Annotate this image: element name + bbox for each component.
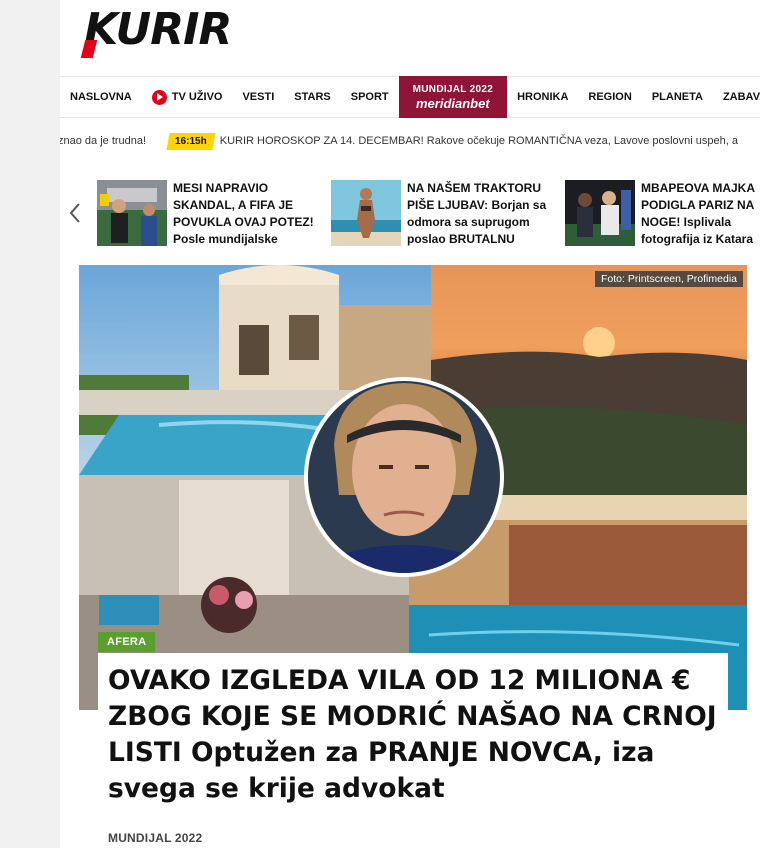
nav-item-stars[interactable]: STARS: [284, 77, 340, 117]
hero-collage-image: [79, 265, 747, 710]
ticker-item-previous[interactable]: znao da je trudna!: [60, 135, 146, 147]
nav-item-sport[interactable]: SPORT: [341, 77, 399, 117]
nav-item-region[interactable]: REGION: [578, 77, 641, 117]
nav-item-vesti[interactable]: VESTI: [232, 77, 284, 117]
mundijal-label: MUNDIJAL 2022: [412, 83, 494, 95]
play-icon: [151, 89, 167, 105]
carousel-item[interactable]: NA NAŠEM TRAKTORU PIŠE LJUBAV: Borjan sa…: [331, 180, 551, 248]
nav-item-label: TV UŽIVO: [171, 91, 223, 103]
carousel-item-title: NA NAŠEM TRAKTORU PIŠE LJUBAV: Borjan sa…: [407, 181, 547, 246]
carousel-item-title: MESI NAPRAVIO SKANDAL, A FIFA JE POVUKLA…: [173, 181, 314, 246]
related-carousel: MESI NAPRAVIO SKANDAL, A FIFA JE POVUKLA…: [60, 180, 760, 250]
logo-text: KURIR: [84, 4, 232, 55]
category-badge[interactable]: AFERA: [98, 632, 156, 652]
kurir-logo[interactable]: KURIR: [80, 4, 232, 62]
main-nav: NASLOVNA TV UŽIVO VESTI STARS SPORT MUND…: [60, 76, 760, 118]
sponsor-logo: meridianbet: [416, 95, 490, 111]
news-ticker: znao da je trudna! 16:15h KURIR HOROSKOP…: [60, 130, 760, 152]
chevron-left-icon: [69, 203, 80, 223]
carousel-item-title: MBAPEOVA MAJKA PODIGLA PARIZ NA NOGE! Is…: [641, 181, 755, 246]
nav-item-hronika[interactable]: HRONIKA: [507, 77, 578, 117]
carousel-thumbnail: [97, 180, 167, 246]
page: KURIR NASLOVNA TV UŽIVO VESTI STARS SPOR…: [60, 0, 760, 848]
article-headline[interactable]: OVAKO IZGLEDA VILA OD 12 MILIONA € ZBOG …: [108, 663, 718, 807]
nav-item-naslovna[interactable]: NASLOVNA: [60, 77, 142, 117]
nav-item-zabava[interactable]: ZABAVA: [713, 77, 760, 117]
nav-item-mundijal[interactable]: MUNDIJAL 2022 meridianbet: [398, 76, 508, 118]
hero-image[interactable]: Foto: Printscreen, Profimedia: [79, 265, 747, 710]
nav-item-tv-uzivo[interactable]: TV UŽIVO: [142, 77, 233, 117]
headline-box: OVAKO IZGLEDA VILA OD 12 MILIONA € ZBOG …: [98, 653, 728, 807]
nav-item-planeta[interactable]: PLANETA: [642, 77, 713, 117]
carousel-prev-button[interactable]: [66, 198, 84, 228]
ticker-item[interactable]: KURIR HOROSKOP ZA 14. DECEMBAR! Rakove o…: [220, 135, 738, 147]
left-gutter: [0, 0, 60, 848]
photo-credit: Foto: Printscreen, Profimedia: [595, 271, 743, 287]
article-category[interactable]: MUNDIJAL 2022: [108, 831, 202, 845]
carousel-thumbnail: [565, 180, 635, 246]
ticker-time: 16:15h: [175, 135, 207, 147]
carousel-item[interactable]: MBAPEOVA MAJKA PODIGLA PARIZ NA NOGE! Is…: [565, 180, 760, 248]
ticker-time-badge: 16:15h: [166, 132, 216, 150]
carousel-item[interactable]: MESI NAPRAVIO SKANDAL, A FIFA JE POVUKLA…: [97, 180, 317, 248]
carousel-thumbnail: [331, 180, 401, 246]
